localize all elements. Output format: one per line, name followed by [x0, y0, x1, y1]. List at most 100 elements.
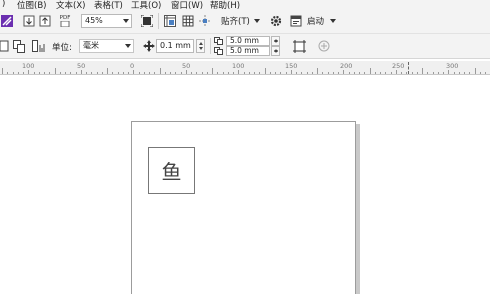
- nudge-distance-spinner[interactable]: [196, 39, 205, 53]
- duplicate-x-input[interactable]: 5.0 mm: [226, 36, 270, 46]
- ruler-tick: [301, 72, 303, 74]
- duplicate-x-value: 5.0 mm: [230, 36, 259, 45]
- ruler-tick: [280, 72, 282, 74]
- ruler-tick: [443, 72, 444, 74]
- ruler-tick: [28, 70, 30, 74]
- ruler-tick: [427, 72, 429, 74]
- ruler-tick: [227, 72, 229, 74]
- export-icon[interactable]: [38, 14, 52, 28]
- ruler-tick: [369, 68, 371, 74]
- ruler-tick: [269, 72, 271, 74]
- ruler-tick: [196, 72, 198, 74]
- ruler-tick: [107, 68, 108, 74]
- all-pages-icon[interactable]: [12, 39, 26, 53]
- ruler-tick: [464, 72, 465, 74]
- menu-item-text[interactable]: 文本(X): [56, 0, 85, 9]
- treat-as-filled-icon[interactable]: [292, 39, 306, 53]
- import-icon[interactable]: [22, 14, 36, 28]
- duplicate-y-value: 5.0 mm: [230, 46, 259, 55]
- duplicate-y-spinner[interactable]: [271, 46, 280, 56]
- page-orientation-icon[interactable]: [0, 39, 11, 53]
- ruler-tick: [143, 72, 145, 74]
- chevron-down-icon: [123, 19, 129, 23]
- full-screen-icon[interactable]: [140, 14, 154, 28]
- ruler-tick: [44, 72, 45, 74]
- ruler-tick: [238, 70, 240, 74]
- ruler-label: 50: [182, 62, 191, 70]
- ruler-tick: [437, 72, 439, 74]
- show-rulers-icon[interactable]: [163, 14, 177, 28]
- snap-to-label: 贴齐(T): [221, 17, 250, 27]
- ruler-tick: [133, 70, 135, 74]
- ruler-tick: [338, 72, 339, 74]
- menu-item-window[interactable]: 窗口(W): [171, 0, 203, 9]
- ruler-tick: [138, 72, 140, 74]
- ruler-tick: [364, 72, 366, 74]
- snap-to-dropdown[interactable]: 贴齐(T): [221, 14, 260, 28]
- character-text-frame[interactable]: 鱼: [148, 147, 195, 194]
- ruler-tick: [49, 72, 51, 74]
- chevron-down-icon: [125, 44, 131, 48]
- chevron-down-icon: [253, 19, 260, 23]
- chevron-down-icon: [330, 19, 337, 23]
- options-gear-icon[interactable]: [269, 14, 283, 28]
- menu-item-table[interactable]: 表格(T): [94, 0, 123, 9]
- current-page-icon[interactable]: [32, 39, 46, 53]
- launch-dropdown[interactable]: 启动: [307, 14, 337, 28]
- menu-item-bitmap[interactable]: 位图(B): [17, 0, 46, 9]
- ruler-tick: [348, 72, 350, 74]
- ruler-tick: [469, 72, 471, 74]
- ruler-tick: [317, 68, 318, 74]
- menu-item-partial[interactable]: ): [2, 0, 5, 9]
- publish-pdf-icon[interactable]: PDF: [58, 14, 72, 28]
- app-purple-icon[interactable]: [0, 14, 14, 28]
- duplicate-y-input[interactable]: 5.0 mm: [226, 46, 270, 56]
- nudge-distance-icon: [142, 39, 156, 53]
- ruler-tick: [453, 72, 455, 74]
- horizontal-ruler[interactable]: 100 50 0 50 100 150 200 250 300: [0, 61, 490, 75]
- show-guidelines-icon[interactable]: [198, 14, 212, 28]
- ruler-tick: [191, 72, 192, 74]
- ruler-tick: [485, 72, 486, 74]
- ruler-tick: [311, 72, 313, 74]
- menu-item-tools[interactable]: 工具(O): [131, 0, 161, 9]
- ruler-label: 50: [77, 62, 86, 70]
- ruler-tick: [285, 72, 287, 74]
- ruler-tick: [422, 68, 423, 74]
- ruler-label: 150: [285, 62, 298, 70]
- ruler-label: 100: [232, 62, 245, 70]
- ruler-position-marker: [408, 62, 409, 74]
- property-bar: 单位: 毫米 0.1 mm 5.0 mm 5.0 mm: [0, 34, 490, 59]
- units-label: 单位:: [52, 43, 72, 53]
- ruler-tick: [91, 72, 93, 74]
- zoom-level-combo[interactable]: 45%: [81, 14, 132, 28]
- show-grid-icon[interactable]: [181, 14, 195, 28]
- menu-bar: ) 位图(B) 文本(X) 表格(T) 工具(O) 窗口(W) 帮助(H): [0, 0, 490, 9]
- duplicate-x-spinner[interactable]: [271, 36, 280, 46]
- ruler-tick: [264, 68, 266, 74]
- ruler-tick: [395, 70, 397, 74]
- application-launcher-icon[interactable]: [289, 14, 303, 28]
- duplicate-x-icon: [213, 36, 225, 45]
- ruler-tick: [233, 72, 234, 74]
- ruler-tick: [479, 72, 481, 74]
- ruler-tick: [180, 72, 182, 74]
- menu-item-help[interactable]: 帮助(H): [210, 0, 240, 9]
- ruler-tick: [38, 72, 40, 74]
- ruler-tick: [401, 72, 402, 74]
- ruler-tick: [112, 72, 114, 74]
- ruler-tick: [327, 72, 329, 74]
- ruler-tick: [54, 68, 56, 74]
- add-plus-icon[interactable]: [317, 39, 331, 53]
- ruler-tick: [411, 72, 413, 74]
- duplicate-y-icon: [213, 46, 225, 55]
- units-combo[interactable]: 毫米: [79, 39, 134, 53]
- ruler-tick: [474, 68, 476, 74]
- ruler-tick: [12, 72, 14, 74]
- ruler-tick: [75, 72, 77, 74]
- ruler-tick: [448, 70, 450, 74]
- nudge-distance-input[interactable]: 0.1 mm: [156, 39, 194, 53]
- drawing-workspace[interactable]: 鱼: [0, 76, 490, 294]
- ruler-tick: [159, 68, 161, 74]
- ruler-tick: [458, 72, 460, 74]
